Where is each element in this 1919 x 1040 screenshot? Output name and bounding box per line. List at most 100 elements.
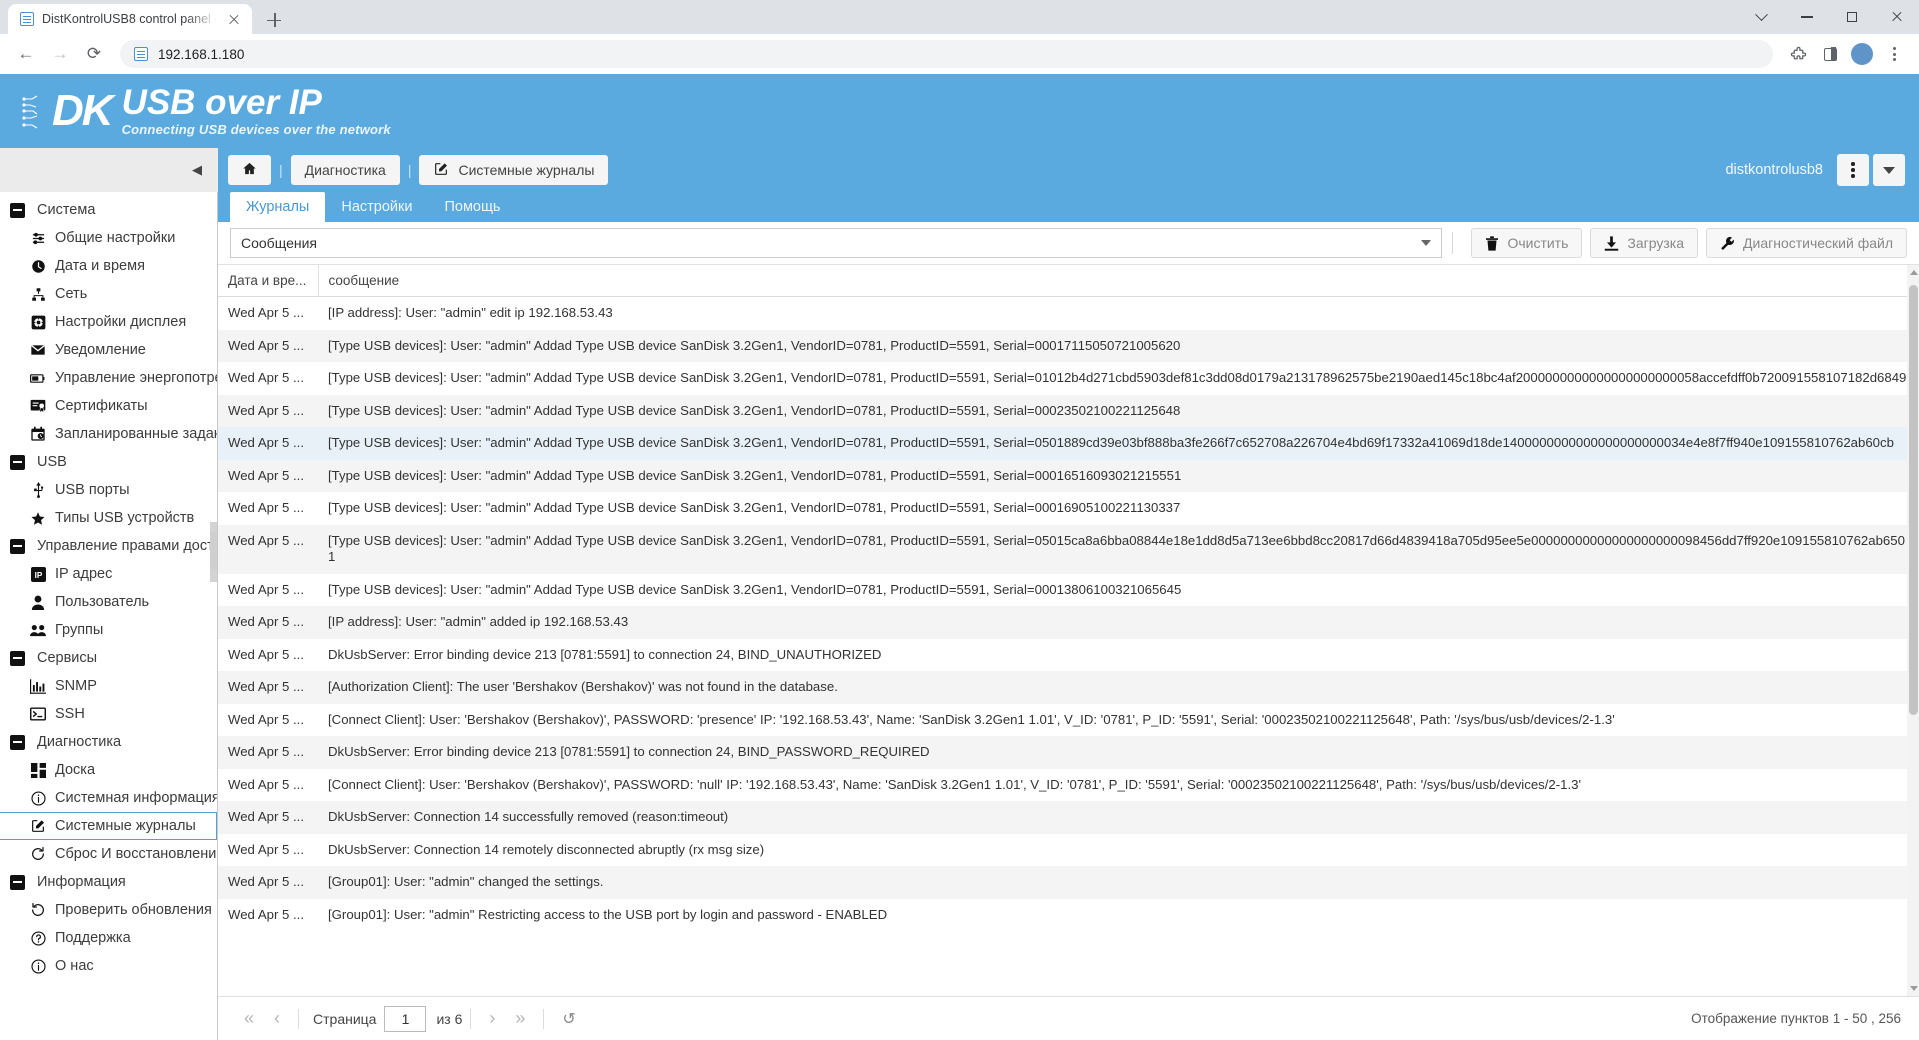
sidebar-item-snmp[interactable]: SNMP bbox=[0, 672, 217, 700]
close-icon[interactable] bbox=[1874, 0, 1919, 34]
sidebar-item-date-time[interactable]: Дата и время bbox=[0, 252, 217, 280]
clear-button[interactable]: Очистить bbox=[1471, 228, 1583, 258]
table-row[interactable]: Wed Apr 5 ... DkUsbServer: Connection 14 … bbox=[218, 833, 1919, 866]
cell-message: [Type USB devices]: User: "admin" Addad … bbox=[318, 329, 1919, 362]
sidebar-group-services[interactable]: Сервисы bbox=[0, 644, 217, 672]
table-row[interactable]: Wed Apr 5 ... [IP address]: User: "admin"… bbox=[218, 296, 1919, 330]
cell-date: Wed Apr 5 ... bbox=[218, 524, 318, 574]
table-row[interactable]: Wed Apr 5 ... [IP address]: User: "admin"… bbox=[218, 606, 1919, 639]
browser-chrome: DistKontrolUSB8 control panel - ← → ⟳ 19… bbox=[0, 0, 1919, 74]
tab-settings[interactable]: Настройки bbox=[325, 192, 428, 222]
table-row[interactable]: Wed Apr 5 ... [Group01]: User: "admin" Re… bbox=[218, 898, 1919, 931]
sidebar-item-reset-restore[interactable]: Сброс И восстановление bbox=[0, 840, 217, 868]
sidebar-group-access-rights[interactable]: Управление правами доступа bbox=[0, 532, 217, 560]
scrollbar-thumb[interactable] bbox=[1909, 285, 1918, 715]
column-header-message[interactable]: сообщение bbox=[318, 265, 1919, 297]
sidebar-item-network[interactable]: Сеть bbox=[0, 280, 217, 308]
diagnostic-file-button[interactable]: Диагностический файл bbox=[1706, 228, 1907, 258]
table-row[interactable]: Wed Apr 5 ... [Type USB devices]: User: "… bbox=[218, 394, 1919, 427]
nav-row: ◀ | Диагностика | Системные журналы dist… bbox=[0, 148, 1919, 192]
reload-icon[interactable]: ⟳ bbox=[78, 38, 110, 70]
log-type-select[interactable]: Сообщения bbox=[230, 228, 1443, 258]
first-page-button[interactable]: « bbox=[234, 1008, 264, 1029]
sidebar-group-usb[interactable]: USB bbox=[0, 448, 217, 476]
sidebar-item-ssh[interactable]: SSH bbox=[0, 700, 217, 728]
sidebar-group-system[interactable]: Система bbox=[0, 196, 217, 224]
sidebar-item-groups[interactable]: Группы bbox=[0, 616, 217, 644]
sidebar-collapse-button[interactable]: ◀ bbox=[0, 148, 218, 192]
arrow-left-icon[interactable]: ← bbox=[10, 38, 42, 70]
browser-tab[interactable]: DistKontrolUSB8 control panel - bbox=[8, 4, 253, 34]
table-row[interactable]: Wed Apr 5 ... DkUsbServer: Error binding … bbox=[218, 638, 1919, 671]
table-row[interactable]: Wed Apr 5 ... [Group01]: User: "admin" ch… bbox=[218, 866, 1919, 899]
clear-button-label: Очистить bbox=[1507, 235, 1569, 251]
sidebar-item-about[interactable]: О нас bbox=[0, 952, 217, 980]
table-row[interactable]: Wed Apr 5 ... [Type USB devices]: User: "… bbox=[218, 362, 1919, 395]
chevron-down-icon[interactable] bbox=[1873, 154, 1905, 186]
sidebar-item-usb-ports[interactable]: USB порты bbox=[0, 476, 217, 504]
next-page-button[interactable]: › bbox=[479, 1008, 505, 1029]
table-row[interactable]: Wed Apr 5 ... [Connect Client]: User: 'Be… bbox=[218, 703, 1919, 736]
sidebar-item-scheduled-tasks[interactable]: Запланированные задания bbox=[0, 420, 217, 448]
minus-box-icon bbox=[10, 650, 25, 666]
sidebar-item-power-management[interactable]: Управление энергопотреблением bbox=[0, 364, 217, 392]
table-row[interactable]: Wed Apr 5 ... DkUsbServer: Connection 14 … bbox=[218, 801, 1919, 834]
avatar[interactable] bbox=[1847, 39, 1877, 69]
sidebar-item-system-information[interactable]: Системная информация bbox=[0, 784, 217, 812]
download-button[interactable]: Загрузка bbox=[1590, 228, 1699, 258]
column-header-date[interactable]: Дата и вре... bbox=[218, 265, 319, 297]
table-scrollbar[interactable] bbox=[1907, 265, 1919, 996]
table-row[interactable]: Wed Apr 5 ... [Type USB devices]: User: "… bbox=[218, 492, 1919, 525]
breadcrumb-item-system-logs[interactable]: Системные журналы bbox=[419, 155, 609, 185]
sidebar-item-system-logs[interactable]: Системные журналы bbox=[0, 812, 217, 840]
refresh-icon[interactable]: ↺ bbox=[552, 1009, 585, 1029]
sidebar-item-usb-device-types[interactable]: Типы USB устройств bbox=[0, 504, 217, 532]
sidebar-item-user[interactable]: Пользователь bbox=[0, 588, 217, 616]
sidebar-group-information[interactable]: Информация bbox=[0, 868, 217, 896]
sidebar-item-certificates[interactable]: Сертификаты bbox=[0, 392, 217, 420]
sidebar-item-notification[interactable]: Уведомление bbox=[0, 336, 217, 364]
last-page-button[interactable]: » bbox=[505, 1008, 535, 1029]
sidebar-item-ip-address[interactable]: IP IP адрес bbox=[0, 560, 217, 588]
sidebar-item-check-updates[interactable]: Проверить обновления bbox=[0, 896, 217, 924]
close-icon[interactable] bbox=[226, 11, 242, 27]
sidebar-item-general-settings[interactable]: Общие настройки bbox=[0, 224, 217, 252]
scroll-down-icon[interactable] bbox=[1910, 986, 1918, 991]
scroll-up-icon[interactable] bbox=[1910, 270, 1918, 275]
tab-logs[interactable]: Журналы bbox=[230, 192, 326, 222]
breadcrumb-item-diagnostics[interactable]: Диагностика bbox=[290, 155, 400, 185]
sidebar-item-label: Системная информация bbox=[55, 790, 218, 806]
puzzle-icon[interactable] bbox=[1783, 39, 1813, 69]
prev-page-button[interactable]: ‹ bbox=[264, 1008, 290, 1029]
kebab-menu-icon[interactable] bbox=[1837, 154, 1869, 186]
tab-help[interactable]: Помощь bbox=[428, 192, 516, 222]
table-row[interactable]: Wed Apr 5 ... [Type USB devices]: User: "… bbox=[218, 427, 1919, 460]
page-input[interactable] bbox=[384, 1005, 427, 1032]
sidebar-resize-handle[interactable] bbox=[210, 532, 217, 570]
arrow-right-icon[interactable]: → bbox=[44, 38, 76, 70]
address-bar[interactable]: 192.168.1.180 bbox=[120, 40, 1773, 68]
log-type-value: Сообщения bbox=[241, 235, 317, 251]
user-icon bbox=[30, 594, 46, 610]
maximize-icon[interactable] bbox=[1829, 0, 1874, 34]
sidebar-group-diagnostics[interactable]: Диагностика bbox=[0, 728, 217, 756]
brand-title: USB over IP bbox=[121, 83, 322, 123]
table-row[interactable]: Wed Apr 5 ... [Type USB devices]: User: "… bbox=[218, 459, 1919, 492]
kebab-menu-icon[interactable] bbox=[1879, 39, 1909, 69]
table-row[interactable]: Wed Apr 5 ... [Type USB devices]: User: "… bbox=[218, 524, 1919, 574]
chevron-down-icon[interactable] bbox=[1739, 0, 1784, 34]
table-row[interactable]: Wed Apr 5 ... [Type USB devices]: User: "… bbox=[218, 329, 1919, 362]
minimize-icon[interactable] bbox=[1784, 0, 1829, 34]
toolbar-divider bbox=[1452, 232, 1454, 254]
sidebar-item-dashboard[interactable]: Доска bbox=[0, 756, 217, 784]
table-row[interactable]: Wed Apr 5 ... [Type USB devices]: User: "… bbox=[218, 573, 1919, 606]
sidebar-item-display-settings[interactable]: Настройки дисплея bbox=[0, 308, 217, 336]
sidebar-item-support[interactable]: Поддержка bbox=[0, 924, 217, 952]
breadcrumb-home[interactable] bbox=[228, 155, 271, 185]
plus-icon[interactable] bbox=[260, 6, 288, 34]
table-row[interactable]: Wed Apr 5 ... DkUsbServer: Error binding … bbox=[218, 736, 1919, 769]
table-row[interactable]: Wed Apr 5 ... [Connect Client]: User: 'Be… bbox=[218, 768, 1919, 801]
side-panel-icon[interactable] bbox=[1815, 39, 1845, 69]
sidebar-item-label: Поддержка bbox=[55, 930, 131, 946]
table-row[interactable]: Wed Apr 5 ... [Authorization Client]: The… bbox=[218, 671, 1919, 704]
